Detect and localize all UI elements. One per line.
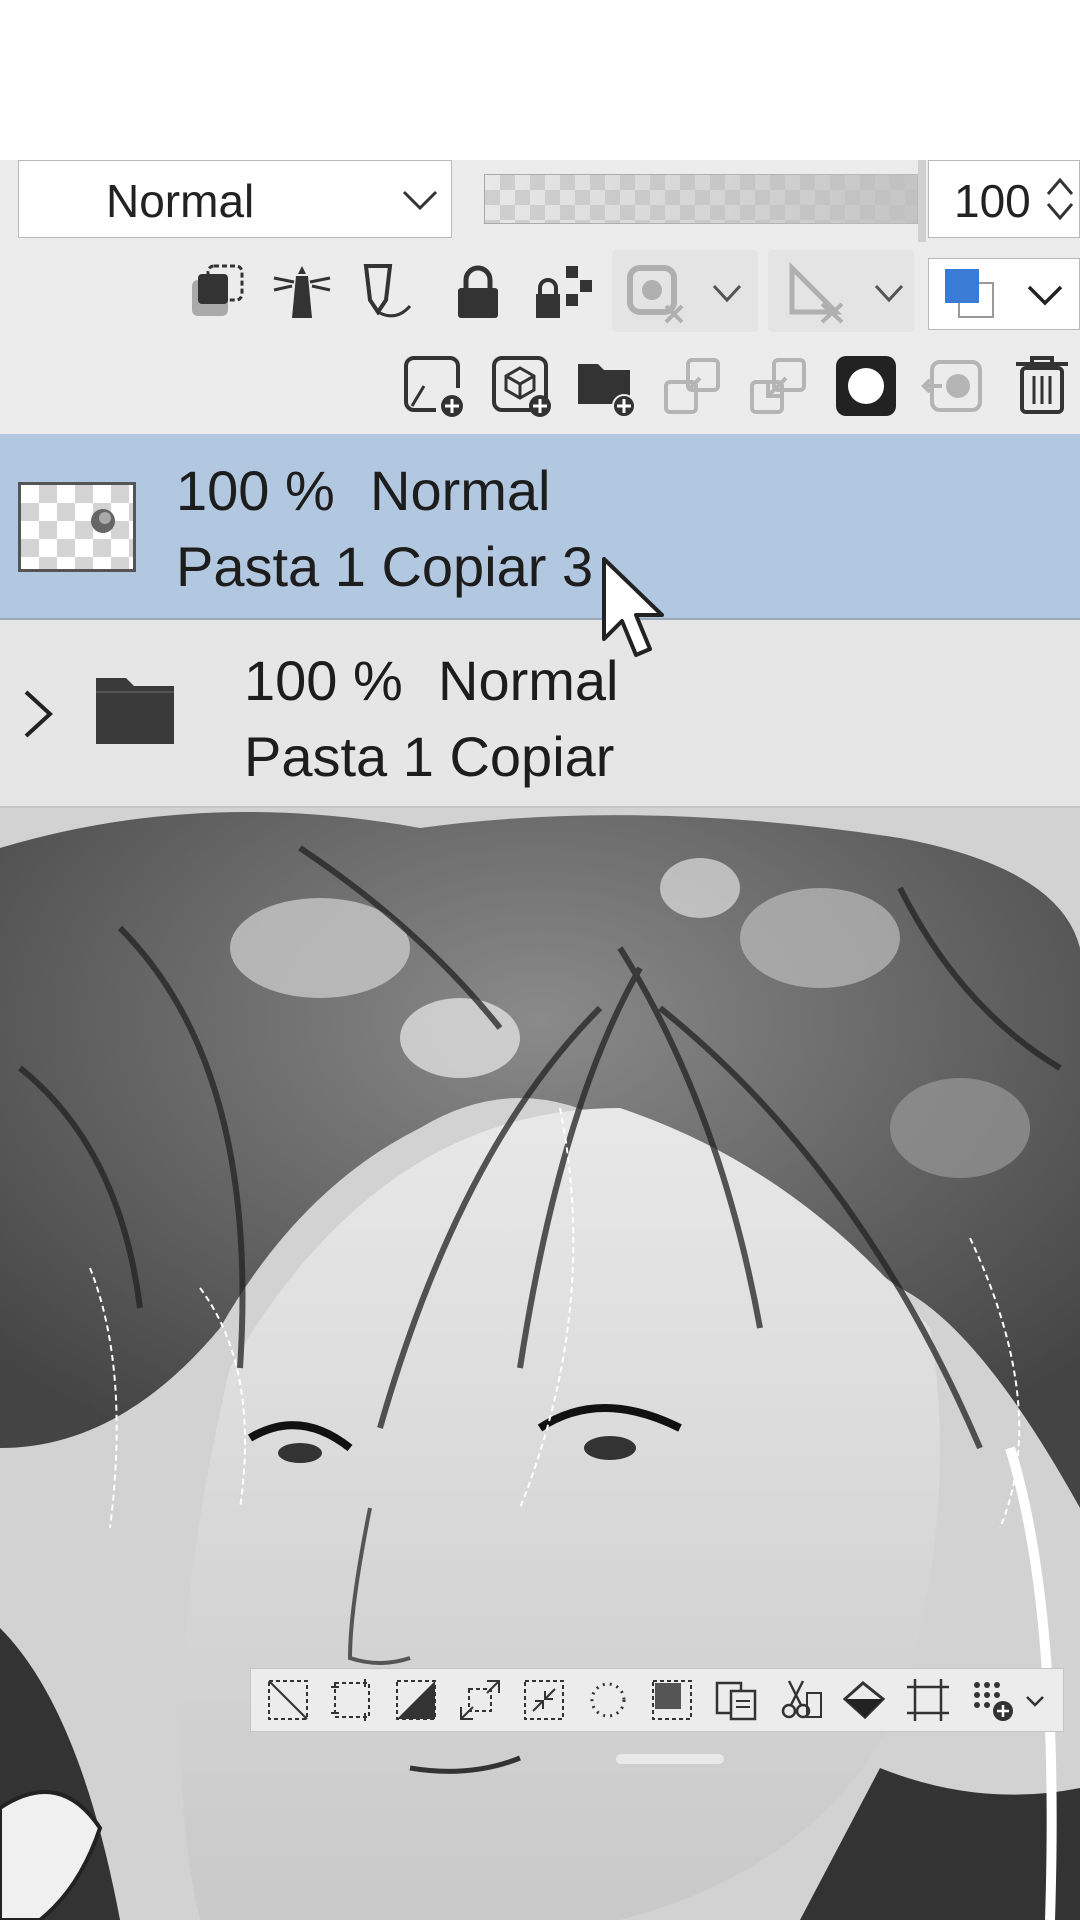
lock-transparent-pixels-icon[interactable]	[532, 260, 596, 324]
expand-selection-icon[interactable]	[457, 1677, 503, 1723]
reference-layer-icon[interactable]	[270, 260, 334, 324]
chevron-down-icon[interactable]	[400, 182, 440, 218]
chevron-down-icon[interactable]	[1025, 283, 1065, 309]
layer-name: Pasta 1 Copiar 3	[176, 535, 594, 598]
slider-handle[interactable]	[918, 160, 926, 242]
layer-thumbnail	[18, 482, 136, 572]
layer-blend-mode: Normal	[370, 459, 551, 522]
blend-opacity-bar: Normal 100	[0, 160, 1080, 242]
spin-arrows-icon[interactable]	[1044, 174, 1076, 224]
selection-launcher-toolbar	[250, 1668, 1064, 1732]
invert-selection-icon[interactable]	[393, 1677, 439, 1723]
layer-action-bar	[0, 342, 1080, 434]
layer-opacity: 100 %	[244, 649, 403, 712]
transfer-to-lower-layer-icon[interactable]	[660, 354, 724, 418]
new-folder-icon[interactable]	[574, 354, 638, 418]
mask-icon[interactable]	[624, 260, 688, 324]
copy-paste-icon[interactable]	[713, 1677, 759, 1723]
clip-to-layer-below-icon[interactable]	[186, 260, 250, 324]
mouse-cursor-icon	[600, 555, 680, 665]
layer-property-bar	[0, 242, 1080, 342]
layer-opacity: 100 %	[176, 459, 335, 522]
blend-mode-value: Normal	[106, 175, 255, 227]
layer-name: Pasta 1 Copiar	[244, 725, 615, 788]
opacity-value: 100	[954, 175, 1031, 227]
more-chevron-icon[interactable]	[1023, 1677, 1047, 1723]
shrink-selection-icon[interactable]	[521, 1677, 567, 1723]
opacity-slider-fill	[484, 174, 918, 224]
combine-with-layer-below-icon[interactable]	[746, 354, 810, 418]
layer-color-icon	[943, 267, 999, 323]
layer-color-dropdown[interactable]	[928, 258, 1080, 330]
select-image-area-icon[interactable]	[649, 1677, 695, 1723]
toolbar-drag-handle[interactable]	[616, 1754, 724, 1764]
selection-launcher-icon[interactable]	[969, 1677, 1015, 1723]
folder-icon	[94, 674, 176, 746]
new-vector-layer-icon[interactable]	[490, 354, 554, 418]
chevron-right-icon[interactable]	[18, 686, 58, 742]
drawing-canvas[interactable]	[0, 808, 1080, 1920]
top-blank-area	[0, 0, 1080, 160]
new-raster-layer-icon[interactable]	[402, 354, 466, 418]
select-all-icon[interactable]	[329, 1677, 375, 1723]
chevron-down-icon[interactable]	[872, 282, 906, 306]
artwork-image	[0, 808, 1080, 1920]
layer-blend-mode: Normal	[438, 649, 619, 712]
selection-outline-icon[interactable]	[585, 1677, 631, 1723]
ruler-icon[interactable]	[784, 260, 848, 324]
scale-rotate-icon[interactable]	[905, 1677, 951, 1723]
create-layer-mask-icon[interactable]	[834, 354, 898, 418]
draft-layer-icon[interactable]	[356, 260, 420, 324]
fill-icon[interactable]	[841, 1677, 887, 1723]
lock-layer-icon[interactable]	[446, 260, 510, 324]
apply-mask-icon[interactable]	[920, 354, 984, 418]
chevron-down-icon[interactable]	[710, 282, 744, 306]
deselect-icon[interactable]	[265, 1677, 311, 1723]
cut-paste-icon[interactable]	[777, 1677, 823, 1723]
delete-layer-icon[interactable]	[1010, 352, 1074, 416]
